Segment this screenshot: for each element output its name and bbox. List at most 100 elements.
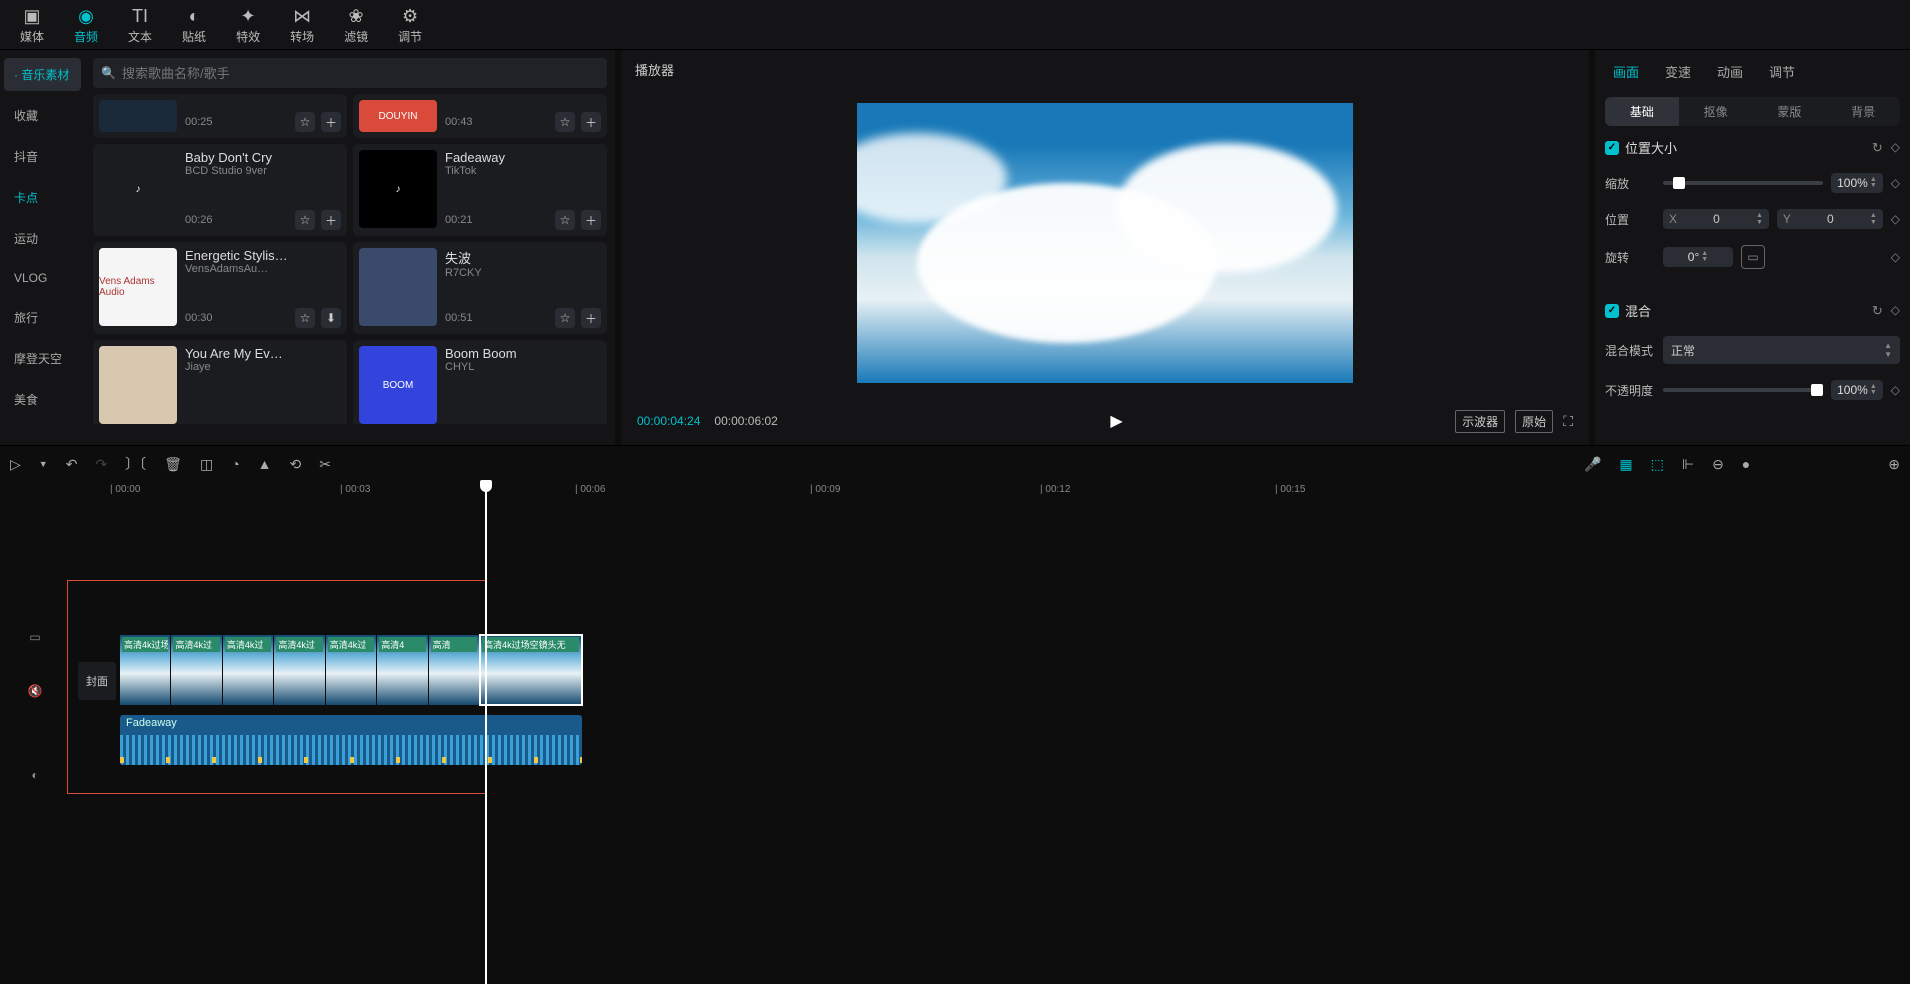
mirror-icon[interactable]: ▲ xyxy=(258,456,272,472)
video-clip[interactable]: 高清4k过 xyxy=(223,635,274,705)
crop2-icon[interactable]: ✂ xyxy=(319,456,331,473)
music-card[interactable]: ♪ Baby Don't CryBCD Studio 9ver 00:26☆＋ xyxy=(93,144,347,236)
props-tab[interactable]: 变速 xyxy=(1665,62,1691,81)
props-subtab[interactable]: 基础 xyxy=(1605,97,1679,126)
video-clip[interactable]: 高清4k过 xyxy=(326,635,377,705)
video-clip[interactable]: 高清4k过场空 xyxy=(120,635,171,705)
link-icon[interactable]: ⬚ xyxy=(1651,456,1664,473)
star-icon[interactable]: ☆ xyxy=(555,112,575,132)
effects-track-icon[interactable]: ◐ xyxy=(31,768,38,782)
music-card[interactable]: ♪ FadeawayTikTok 00:21☆＋ xyxy=(353,144,607,236)
rotate-icon[interactable]: ⟲ xyxy=(290,456,302,473)
music-card[interactable]: DOUYIN 00:43☆＋ xyxy=(353,94,607,138)
search-input[interactable] xyxy=(122,66,599,81)
align-icon[interactable]: ⊩ xyxy=(1682,456,1694,473)
audio-track[interactable]: Fadeaway xyxy=(120,715,582,765)
tool-音频[interactable]: ◉音频 xyxy=(74,6,98,45)
video-clip[interactable]: 高清4k过场空镜头无 xyxy=(480,635,582,705)
checkbox-position[interactable]: ✓ xyxy=(1605,141,1619,155)
dropdown-icon[interactable]: ▼ xyxy=(39,459,48,469)
nav-item[interactable]: VLOG xyxy=(4,263,81,293)
nav-item[interactable]: · 音乐素材 xyxy=(4,58,81,91)
mic-icon[interactable]: 🎤 xyxy=(1584,456,1601,473)
tool-贴纸[interactable]: ◐贴纸 xyxy=(182,6,206,45)
blend-mode-select[interactable]: 正常▲▼ xyxy=(1663,336,1900,364)
plus-icon[interactable]: ＋ xyxy=(581,112,601,132)
music-card[interactable]: Vens Adams Audio Energetic Stylis…VensAd… xyxy=(93,242,347,334)
rotate-value[interactable]: 0°▲▼ xyxy=(1663,247,1733,267)
scale-value[interactable]: 100%▲▼ xyxy=(1831,173,1883,193)
playhead[interactable] xyxy=(485,482,487,984)
tool-媒体[interactable]: ▣媒体 xyxy=(20,6,44,45)
opacity-slider[interactable] xyxy=(1663,388,1823,392)
plus-icon[interactable]: ＋ xyxy=(321,210,341,230)
aspect-lock-icon[interactable]: ▭ xyxy=(1741,245,1765,269)
position-x[interactable]: X0▲▼ xyxy=(1663,209,1769,229)
delete-icon[interactable]: 🗑 xyxy=(164,456,182,473)
reset-icon[interactable]: ↻ xyxy=(1872,140,1883,156)
video-clip[interactable]: 高清4k过 xyxy=(274,635,325,705)
plus-icon[interactable]: ＋ xyxy=(581,210,601,230)
reset-icon[interactable]: ↻ xyxy=(1872,303,1883,319)
tool-转场[interactable]: ⋈转场 xyxy=(290,6,314,45)
nav-item[interactable]: 美食 xyxy=(4,383,81,416)
video-clip[interactable]: 高清4 xyxy=(377,635,428,705)
checkbox-blend[interactable]: ✓ xyxy=(1605,304,1619,318)
music-card[interactable]: 失波R7CKY 00:51☆＋ xyxy=(353,242,607,334)
video-clip[interactable]: 高清4k过 xyxy=(171,635,222,705)
nav-item[interactable]: 运动 xyxy=(4,222,81,255)
keyframe-icon[interactable]: ◇ xyxy=(1891,303,1900,319)
split-icon[interactable]: 〕〔 xyxy=(125,454,146,474)
nav-item[interactable]: 收藏 xyxy=(4,99,81,132)
video-track[interactable]: 高清4k过场空高清4k过高清4k过高清4k过高清4k过高清4高清高清4k过场空镜… xyxy=(120,635,582,705)
props-subtab[interactable]: 抠像 xyxy=(1679,97,1753,126)
music-card[interactable]: BOOM Boom BoomCHYL xyxy=(353,340,607,424)
scope-button[interactable]: 示波器 xyxy=(1455,410,1505,433)
preview-canvas[interactable] xyxy=(621,89,1589,397)
nav-item[interactable]: 抖音 xyxy=(4,140,81,173)
music-card[interactable]: 00:25☆＋ xyxy=(93,94,347,138)
zoom-fit-icon[interactable]: ⊕ xyxy=(1888,456,1900,473)
props-subtab[interactable]: 蒙版 xyxy=(1753,97,1827,126)
zoom-slider-icon[interactable]: ● xyxy=(1742,456,1750,472)
mute-icon[interactable]: 🔇 xyxy=(28,684,43,698)
video-clip[interactable]: 高清 xyxy=(429,635,480,705)
nav-item[interactable]: 旅行 xyxy=(4,301,81,334)
scale-slider[interactable] xyxy=(1663,181,1823,185)
star-icon[interactable]: ☆ xyxy=(555,308,575,328)
magnet-icon[interactable]: ▦ xyxy=(1619,456,1632,473)
nav-item[interactable]: 卡点 xyxy=(4,181,81,214)
keyframe-icon[interactable]: ◇ xyxy=(1891,250,1900,264)
music-card[interactable]: You Are My Ev…Jiaye xyxy=(93,340,347,424)
props-tab[interactable]: 画面 xyxy=(1613,62,1639,81)
plus-icon[interactable]: ＋ xyxy=(321,112,341,132)
play-button[interactable]: ▶ xyxy=(1110,411,1122,431)
redo-icon[interactable]: ↷ xyxy=(95,456,107,473)
timeline-ruler[interactable]: | 00:00| 00:03| 00:06| 00:09| 00:12| 00:… xyxy=(70,482,1910,500)
keyframe-icon[interactable]: ◇ xyxy=(1891,140,1900,156)
undo-icon[interactable]: ↶ xyxy=(66,456,78,473)
star-icon[interactable]: ☆ xyxy=(295,210,315,230)
nav-item[interactable]: 摩登天空 xyxy=(4,342,81,375)
track-toggle-icon[interactable]: ▭ xyxy=(29,630,40,644)
keyframe-icon[interactable]: ◇ xyxy=(1891,383,1900,397)
tool-特效[interactable]: ✦特效 xyxy=(236,6,260,45)
cover-button[interactable]: 封面 xyxy=(78,662,116,700)
props-subtab[interactable]: 背景 xyxy=(1826,97,1900,126)
original-button[interactable]: 原始 xyxy=(1515,410,1553,433)
opacity-value[interactable]: 100%▲▼ xyxy=(1831,380,1883,400)
tool-文本[interactable]: TI文本 xyxy=(128,6,152,45)
download-icon[interactable]: ⬇ xyxy=(321,308,341,328)
position-y[interactable]: Y0▲▼ xyxy=(1777,209,1883,229)
music-search[interactable]: 🔍 xyxy=(93,58,607,88)
tool-滤镜[interactable]: ❀滤镜 xyxy=(344,6,368,45)
plus-icon[interactable]: ＋ xyxy=(581,308,601,328)
props-tab[interactable]: 调节 xyxy=(1769,62,1795,81)
fullscreen-icon[interactable]: ⛶ xyxy=(1563,413,1573,430)
star-icon[interactable]: ☆ xyxy=(295,308,315,328)
star-icon[interactable]: ☆ xyxy=(295,112,315,132)
zoom-out-icon[interactable]: ⊖ xyxy=(1712,456,1724,473)
tool-调节[interactable]: ⚙调节 xyxy=(398,6,422,45)
star-icon[interactable]: ☆ xyxy=(555,210,575,230)
speed-icon[interactable]: ◔ xyxy=(231,456,239,472)
